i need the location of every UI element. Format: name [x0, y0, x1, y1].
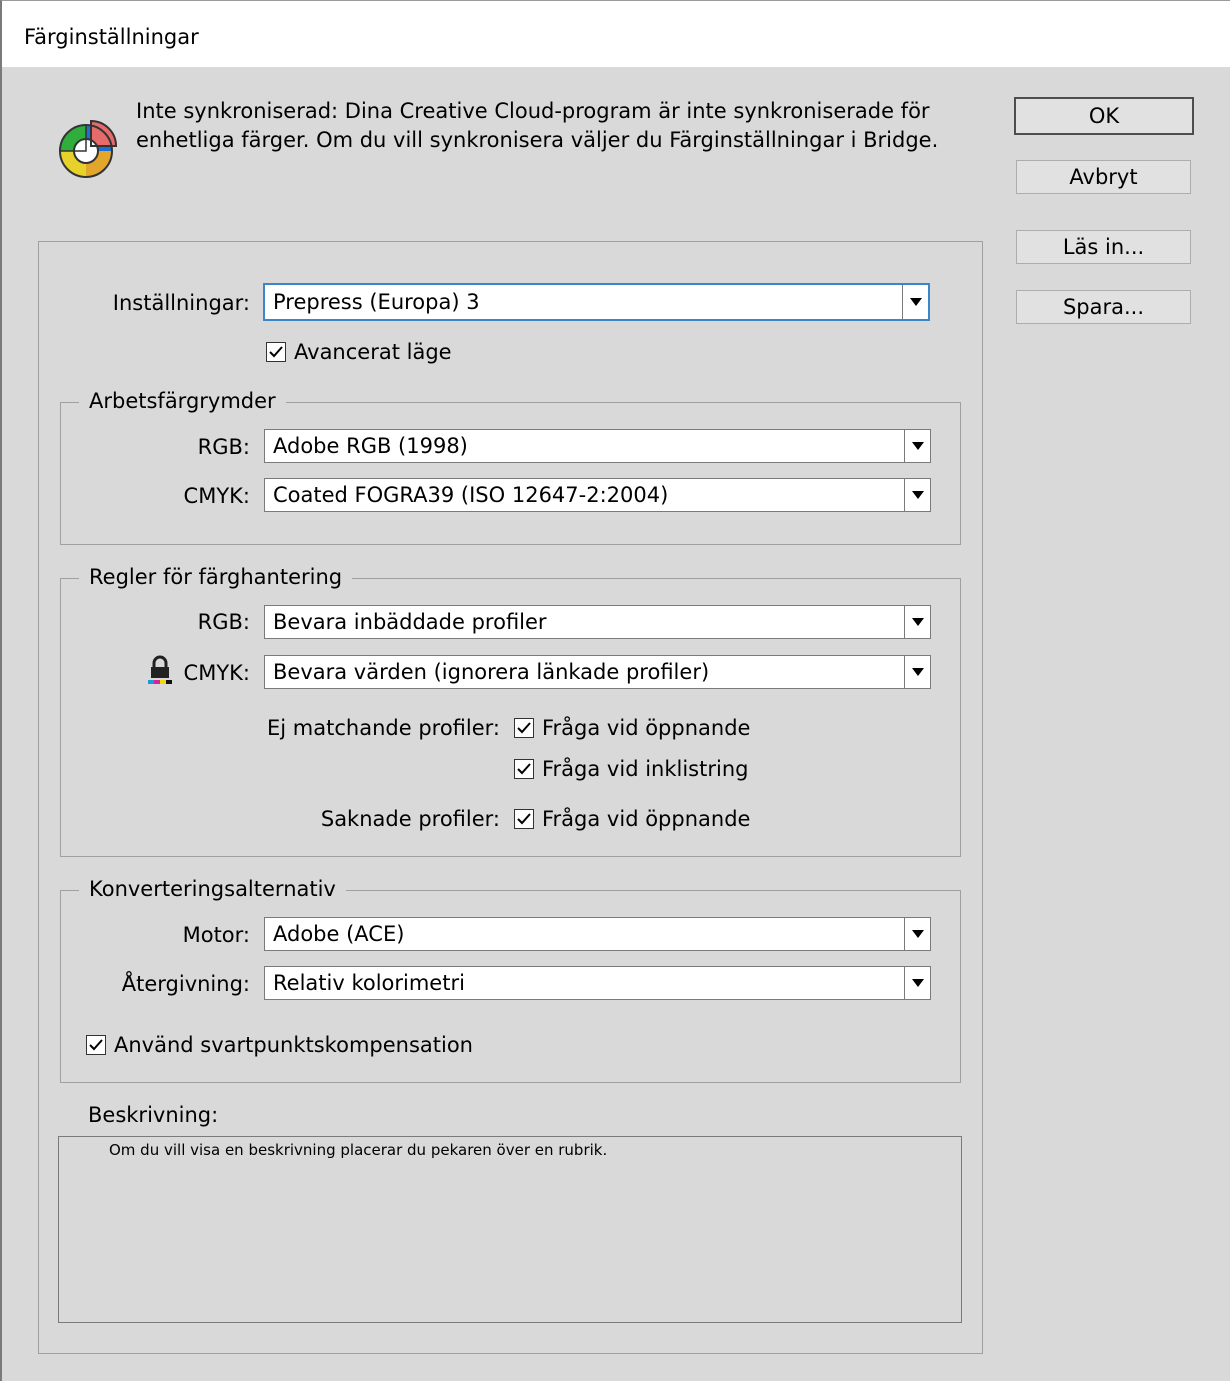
cancel-button[interactable]: Avbryt [1016, 160, 1191, 194]
window-title: Färginställningar [24, 25, 199, 49]
checkmark-icon [514, 809, 534, 829]
intent-label: Återgivning: [121, 972, 250, 996]
description-box: Om du vill visa en beskrivning placerar … [58, 1136, 962, 1323]
mismatch-paste-checkbox[interactable]: Fråga vid inklistring [514, 755, 748, 783]
working-spaces-legend: Arbetsfärgrymder [79, 387, 286, 415]
save-button[interactable]: Spara... [1016, 290, 1191, 324]
missing-label: Saknade profiler: [320, 807, 500, 831]
ws-rgb-select[interactable]: Adobe RGB (1998) [264, 429, 931, 463]
checkmark-icon [266, 342, 286, 362]
black-point-compensation-checkbox[interactable]: Använd svartpunktskompensation [86, 1031, 473, 1059]
chevron-down-icon [904, 479, 930, 511]
ws-cmyk-select[interactable]: Coated FOGRA39 (ISO 12647-2:2004) [264, 478, 931, 512]
ws-cmyk-label: CMYK: [183, 484, 250, 508]
engine-label: Motor: [182, 923, 250, 947]
checkmark-icon [86, 1035, 106, 1055]
missing-open-checkbox[interactable]: Fråga vid öppnande [514, 805, 750, 833]
settings-select[interactable]: Prepress (Europa) 3 [263, 283, 930, 321]
description-label: Beskrivning: [88, 1103, 219, 1127]
chevron-down-icon [902, 285, 928, 319]
policy-cmyk-select[interactable]: Bevara värden (ignorera länkade profiler… [264, 655, 931, 689]
policy-cmyk-label: CMYK: [183, 661, 250, 685]
title-bar: Färginställningar [2, 1, 1230, 67]
chevron-down-icon [904, 918, 930, 950]
settings-label: Inställningar: [112, 291, 250, 315]
engine-select[interactable]: Adobe (ACE) [264, 917, 931, 951]
chevron-down-icon [904, 430, 930, 462]
ws-rgb-label: RGB: [197, 435, 250, 459]
load-button[interactable]: Läs in... [1016, 230, 1191, 264]
color-wheel-icon [59, 119, 118, 178]
advanced-mode-checkbox[interactable]: Avancerat läge [266, 338, 452, 366]
chevron-down-icon [904, 967, 930, 999]
conversion-legend: Konverteringsalternativ [79, 875, 346, 903]
policy-rgb-select[interactable]: Bevara inbäddade profiler [264, 605, 931, 639]
working-spaces-group: Arbetsfärgrymder [60, 387, 961, 545]
policy-rgb-label: RGB: [197, 610, 250, 634]
ok-button[interactable]: OK [1014, 97, 1194, 135]
mismatch-open-checkbox[interactable]: Fråga vid öppnande [514, 714, 750, 742]
sync-status-text: Inte synkroniserad: Dina Creative Cloud-… [136, 99, 939, 152]
color-settings-dialog: Färginställningar Inte synkroniserad: Di… [0, 0, 1230, 1381]
chevron-down-icon [904, 656, 930, 688]
checkmark-icon [514, 718, 534, 738]
chevron-down-icon [904, 606, 930, 638]
mismatch-label: Ej matchande profiler: [267, 716, 500, 740]
description-text: Om du vill visa en beskrivning placerar … [109, 1141, 608, 1159]
intent-select[interactable]: Relativ kolorimetri [264, 966, 931, 1000]
policies-legend: Regler för färghantering [79, 563, 353, 591]
checkmark-icon [514, 759, 534, 779]
